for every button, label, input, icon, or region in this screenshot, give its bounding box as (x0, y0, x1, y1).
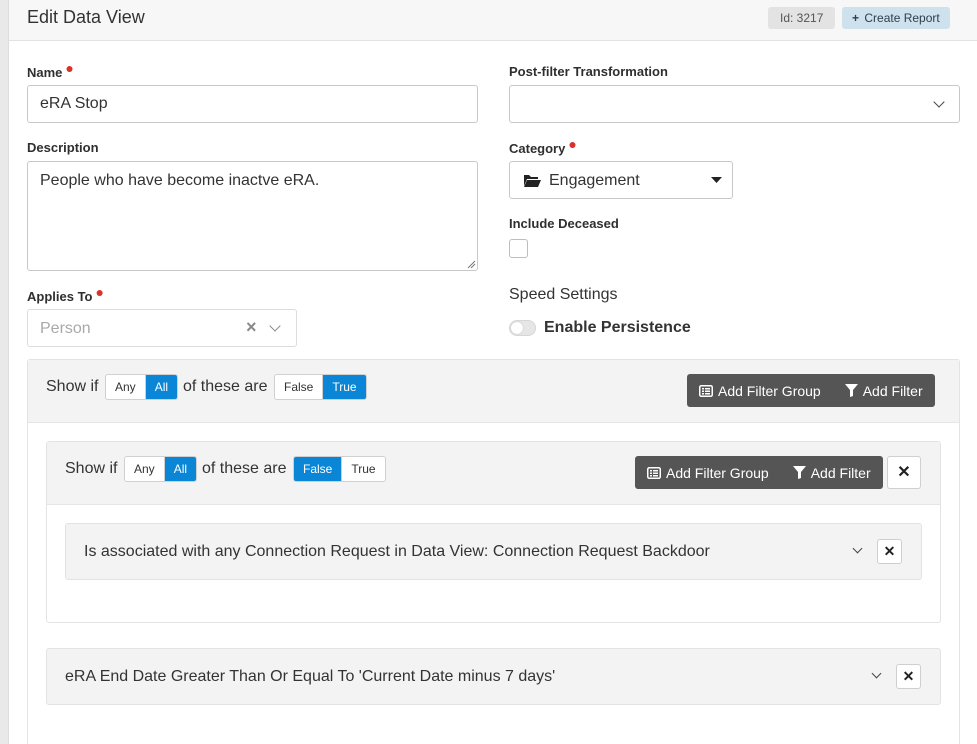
remove-filter-button[interactable]: ✕ (896, 664, 921, 689)
true-option[interactable]: True (341, 457, 384, 481)
edit-data-view-panel: Edit Data View Id: 3217 + Create Report … (8, 0, 977, 744)
required-indicator: ● (95, 284, 104, 300)
show-if-label: Show if (46, 378, 99, 395)
add-filter-group-label: Add Filter Group (718, 382, 821, 399)
speed-settings-title: Speed Settings (509, 286, 618, 303)
panel-header: Edit Data View Id: 3217 + Create Report (9, 0, 977, 41)
inner-filter-group: Show if Any All of these are False True (46, 441, 941, 623)
enable-persistence-label: Enable Persistence (544, 319, 691, 336)
filter-icon (792, 466, 806, 479)
category-label-text: Category (509, 141, 566, 156)
category-label: Category ● (509, 136, 577, 156)
required-indicator: ● (65, 60, 74, 76)
false-option[interactable]: False (294, 457, 342, 481)
show-if-label: Show if (65, 460, 118, 477)
filter-icon (844, 384, 858, 397)
add-filter-group-button[interactable]: Add Filter Group (635, 456, 780, 489)
resize-handle-icon[interactable] (467, 260, 476, 269)
chevron-down-icon (933, 96, 945, 108)
filter-expression: Is associated with any Connection Reques… (84, 543, 710, 560)
add-filter-group-button[interactable]: Add Filter Group (687, 374, 832, 407)
add-filter-button[interactable]: Add Filter (832, 374, 935, 407)
list-alt-icon (647, 466, 661, 479)
remove-filter-button[interactable]: ✕ (877, 539, 902, 564)
description-label: Description (27, 140, 99, 155)
post-filter-select[interactable] (509, 85, 960, 123)
of-these-are-label: of these are (183, 378, 268, 395)
list-alt-icon (699, 384, 713, 397)
post-filter-label: Post-filter Transformation (509, 64, 668, 79)
add-filter-group-label: Add Filter Group (666, 464, 769, 481)
true-option[interactable]: True (322, 375, 366, 399)
add-filter-label: Add Filter (862, 382, 923, 399)
close-icon: ✕ (883, 543, 896, 559)
any-all-toggle[interactable]: Any All (124, 456, 198, 482)
outer-group-actions: Add Filter Group Add Filter (687, 374, 935, 407)
filter-row[interactable]: Is associated with any Connection Reques… (65, 523, 922, 580)
applies-to-value: Person (40, 320, 91, 337)
name-field-value: eRA Stop (40, 95, 108, 112)
name-label-text: Name (27, 65, 63, 80)
required-indicator: ● (568, 136, 577, 152)
false-true-toggle[interactable]: False True (274, 374, 367, 400)
of-these-are-label: of these are (202, 460, 287, 477)
outer-filter-group: Show if Any All of these are False True (27, 359, 960, 744)
chevron-down-icon[interactable] (269, 320, 281, 332)
add-filter-label: Add Filter (810, 464, 871, 481)
false-option[interactable]: False (275, 375, 322, 399)
close-icon: ✕ (897, 464, 911, 481)
remove-group-button[interactable]: ✕ (887, 456, 921, 489)
any-option[interactable]: Any (106, 375, 145, 399)
plus-icon: + (852, 11, 860, 25)
create-report-button[interactable]: + Create Report (842, 7, 950, 29)
filter-expression: eRA End Date Greater Than Or Equal To 'C… (65, 668, 556, 685)
category-picker[interactable]: Engagement (509, 161, 733, 199)
description-field[interactable]: People who have become inactve eRA. (27, 161, 478, 271)
applies-to-select[interactable]: Person × (27, 309, 297, 347)
inner-group-actions: Add Filter Group Add Filter (635, 456, 883, 489)
chevron-down-icon[interactable] (852, 543, 863, 554)
toggle-knob (511, 322, 523, 334)
inner-group-header: Show if Any All of these are False True (47, 442, 940, 505)
applies-to-label: Applies To ● (27, 284, 104, 304)
create-report-label: Create Report (864, 11, 940, 25)
include-deceased-checkbox[interactable] (509, 239, 528, 258)
caret-down-icon (711, 177, 722, 183)
add-filter-button[interactable]: Add Filter (780, 456, 883, 489)
name-field[interactable]: eRA Stop (27, 85, 478, 123)
outer-group-header: Show if Any All of these are False True (28, 360, 959, 423)
clear-icon[interactable]: × (246, 317, 257, 338)
include-deceased-label: Include Deceased (509, 216, 619, 231)
false-true-toggle[interactable]: False True (293, 456, 386, 482)
category-value: Engagement (549, 172, 640, 189)
any-option[interactable]: Any (125, 457, 164, 481)
folder-open-icon (524, 175, 541, 187)
enable-persistence-toggle[interactable] (509, 320, 536, 336)
close-icon: ✕ (902, 668, 915, 684)
applies-to-label-text: Applies To (27, 289, 93, 304)
description-field-value: People who have become inactve eRA. (40, 172, 320, 189)
all-option[interactable]: All (144, 375, 178, 399)
all-option[interactable]: All (163, 457, 197, 481)
name-label: Name ● (27, 60, 74, 80)
chevron-down-icon[interactable] (871, 668, 882, 679)
filter-row[interactable]: eRA End Date Greater Than Or Equal To 'C… (46, 648, 941, 705)
page-title: Edit Data View (27, 7, 145, 27)
any-all-toggle[interactable]: Any All (105, 374, 179, 400)
id-badge: Id: 3217 (768, 7, 836, 29)
